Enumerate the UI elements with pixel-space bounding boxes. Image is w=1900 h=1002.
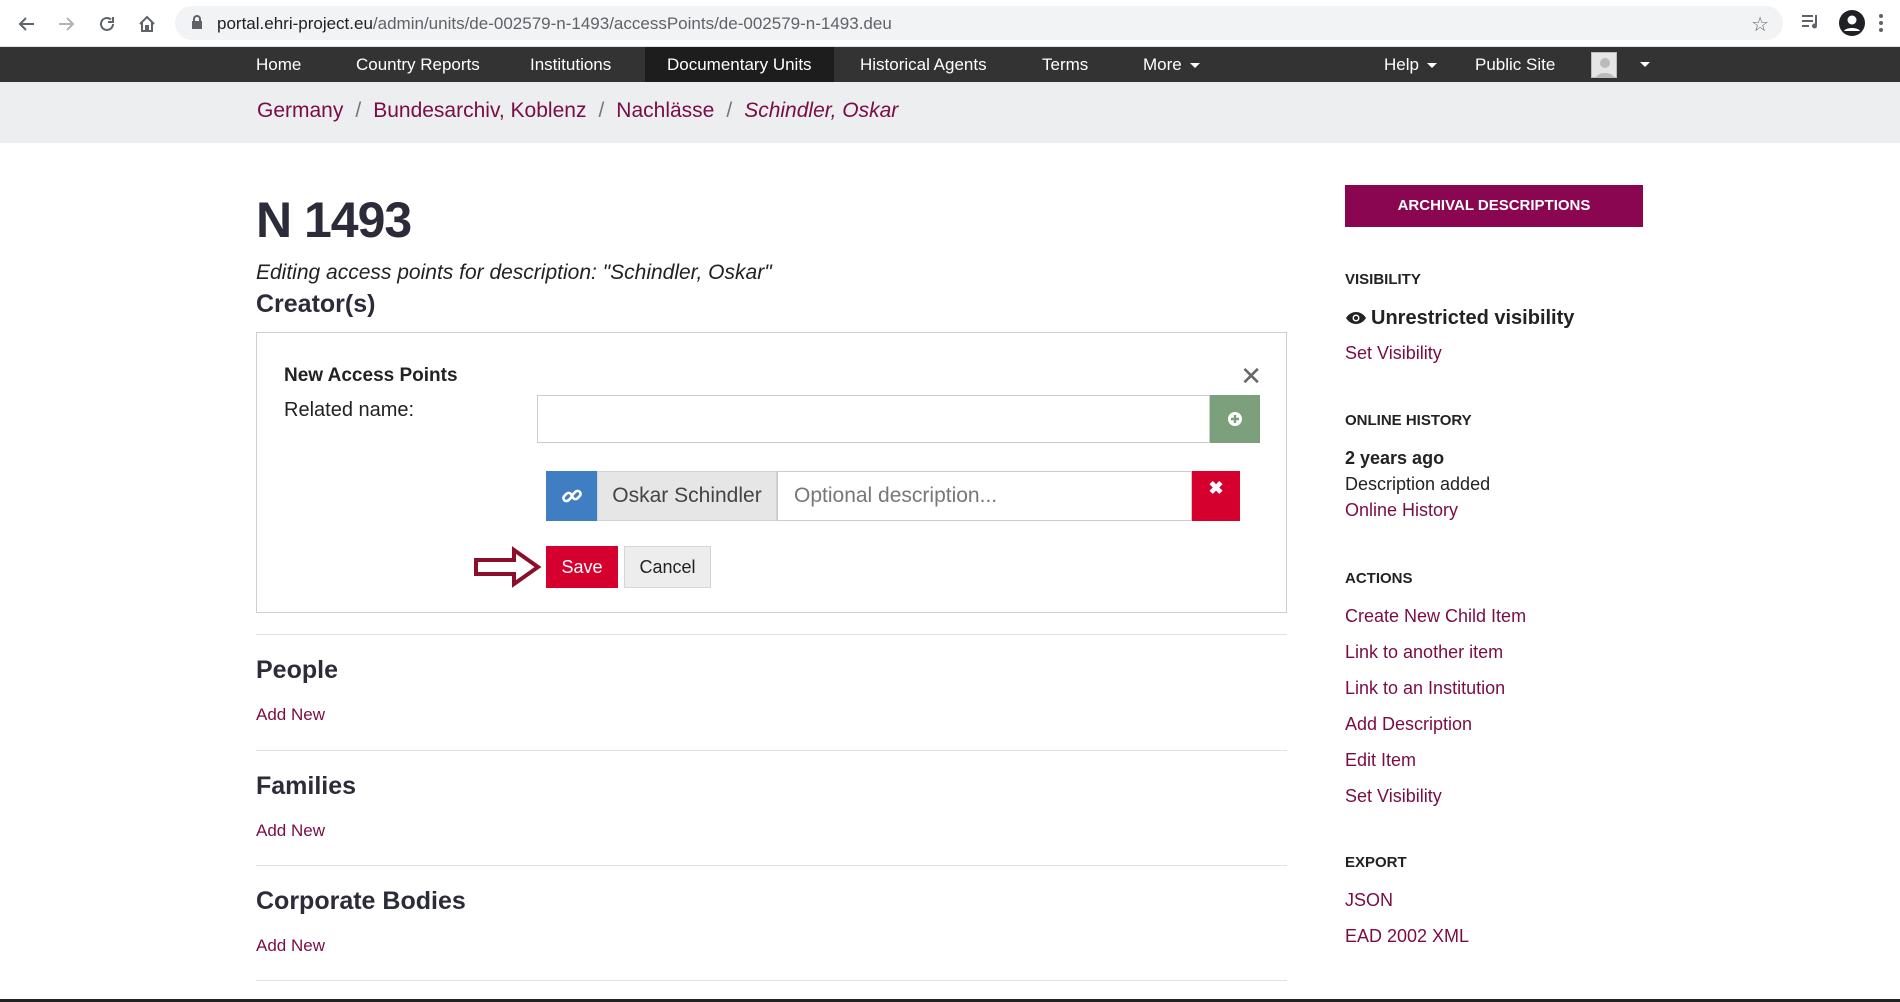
caret-down-icon xyxy=(1189,63,1200,69)
add-description-link[interactable]: Add Description xyxy=(1345,714,1472,735)
access-point-name: Oskar Schindler xyxy=(597,471,777,521)
home-icon[interactable] xyxy=(133,10,161,38)
nav-historical-agents[interactable]: Historical Agents xyxy=(838,47,1009,82)
link-icon[interactable] xyxy=(546,471,597,521)
archival-descriptions-button[interactable]: ARCHIVAL DESCRIPTIONS xyxy=(1345,185,1643,227)
media-icon[interactable] xyxy=(1799,10,1821,37)
page-subtitle: Editing access points for description: "… xyxy=(256,261,772,284)
nav-help[interactable]: Help xyxy=(1362,47,1459,82)
corporate-bodies-add-new-link[interactable]: Add New xyxy=(256,936,325,956)
breadcrumb-separator: / xyxy=(726,99,733,122)
breadcrumb-separator: / xyxy=(355,99,362,122)
address-bar[interactable]: portal.ehri-project.eu/admin/units/de-00… xyxy=(175,6,1783,40)
nav-terms[interactable]: Terms xyxy=(1020,47,1110,82)
arrow-right-icon xyxy=(474,546,542,588)
export-ead-link[interactable]: EAD 2002 XML xyxy=(1345,926,1469,947)
plus-circle-icon xyxy=(1228,412,1242,426)
creators-heading: Creator(s) xyxy=(256,290,376,318)
bookmark-star-icon[interactable]: ☆ xyxy=(1751,12,1769,37)
breadcrumb-separator: / xyxy=(598,99,605,122)
profile-icon[interactable] xyxy=(1838,9,1866,42)
browser-toolbar: portal.ehri-project.eu/admin/units/de-00… xyxy=(0,0,1900,47)
back-icon[interactable] xyxy=(13,10,41,38)
visibility-status: Unrestricted visibility xyxy=(1345,307,1574,330)
history-time: 2 years ago xyxy=(1345,448,1445,468)
nav-public-site[interactable]: Public Site xyxy=(1453,47,1577,82)
set-visibility-action-link[interactable]: Set Visibility xyxy=(1345,786,1442,807)
families-add-new-link[interactable]: Add New xyxy=(256,821,325,841)
breadcrumb: Germany / Bundesarchiv, Koblenz / Nachlässe /… xyxy=(0,82,1900,143)
visibility-status-text: Unrestricted visibility xyxy=(1371,307,1575,329)
nav-institutions[interactable]: Institutions xyxy=(508,47,633,82)
cancel-button[interactable]: Cancel xyxy=(624,546,711,588)
caret-down-icon xyxy=(1426,63,1437,69)
close-icon: ✖ xyxy=(1208,478,1224,498)
divider xyxy=(256,865,1287,866)
breadcrumb-nachlaesse[interactable]: Nachlässe xyxy=(616,99,714,122)
nav-documentary-units[interactable]: Documentary Units xyxy=(645,47,834,82)
panel-title: New Access Points xyxy=(284,365,458,386)
people-add-new-link[interactable]: Add New xyxy=(256,705,325,725)
actions-heading: ACTIONS xyxy=(1345,570,1413,587)
page-title: N 1493 xyxy=(256,192,412,248)
export-json-link[interactable]: JSON xyxy=(1345,890,1393,911)
lock-icon xyxy=(191,15,203,35)
eye-icon xyxy=(1346,312,1366,324)
nav-more[interactable]: More xyxy=(1121,47,1222,82)
breadcrumb-current: Schindler, Oskar xyxy=(744,99,899,122)
new-access-points-panel: New Access Points ✕ Related name: Oskar … xyxy=(256,332,1287,613)
divider xyxy=(256,750,1287,751)
related-name-input[interactable] xyxy=(537,395,1210,443)
edit-item-link[interactable]: Edit Item xyxy=(1345,750,1416,771)
related-name-label: Related name: xyxy=(284,399,415,421)
add-related-name-button[interactable] xyxy=(1210,395,1260,443)
nav-home[interactable]: Home xyxy=(234,47,323,82)
export-heading: EXPORT xyxy=(1345,854,1407,871)
link-another-item-link[interactable]: Link to another item xyxy=(1345,642,1503,663)
access-point-row: Oskar Schindler Optional description... … xyxy=(546,471,1240,521)
breadcrumb-germany[interactable]: Germany xyxy=(257,99,343,122)
breadcrumb-bundesarchiv[interactable]: Bundesarchiv, Koblenz xyxy=(373,99,586,122)
nav-more-label: More xyxy=(1143,55,1182,74)
divider xyxy=(256,634,1287,635)
user-avatar[interactable] xyxy=(1591,52,1617,78)
save-button[interactable]: Save xyxy=(546,546,618,588)
remove-access-point-button[interactable]: ✖ xyxy=(1192,471,1240,521)
access-point-description-input[interactable]: Optional description... xyxy=(777,471,1192,521)
user-menu-caret-icon[interactable] xyxy=(1640,62,1650,67)
visibility-heading: VISIBILITY xyxy=(1345,271,1421,288)
corporate-bodies-heading: Corporate Bodies xyxy=(256,887,466,915)
reload-icon[interactable] xyxy=(93,10,121,38)
create-child-item-link[interactable]: Create New Child Item xyxy=(1345,606,1526,627)
history-event: Description added xyxy=(1345,474,1491,494)
kebab-menu-icon[interactable] xyxy=(1878,13,1884,38)
url-text: portal.ehri-project.eu/admin/units/de-00… xyxy=(217,14,892,33)
nav-help-label: Help xyxy=(1384,55,1419,74)
nav-country-reports[interactable]: Country Reports xyxy=(334,47,502,82)
people-heading: People xyxy=(256,656,338,684)
forward-icon[interactable] xyxy=(52,10,80,38)
online-history-heading: ONLINE HISTORY xyxy=(1345,412,1472,429)
top-navbar: Home Country Reports Institutions Docume… xyxy=(0,47,1900,82)
divider xyxy=(256,980,1287,981)
families-heading: Families xyxy=(256,772,357,800)
online-history-link[interactable]: Online History xyxy=(1345,500,1458,521)
set-visibility-link[interactable]: Set Visibility xyxy=(1345,343,1442,364)
close-icon[interactable]: ✕ xyxy=(1240,363,1262,389)
link-institution-link[interactable]: Link to an Institution xyxy=(1345,678,1505,699)
